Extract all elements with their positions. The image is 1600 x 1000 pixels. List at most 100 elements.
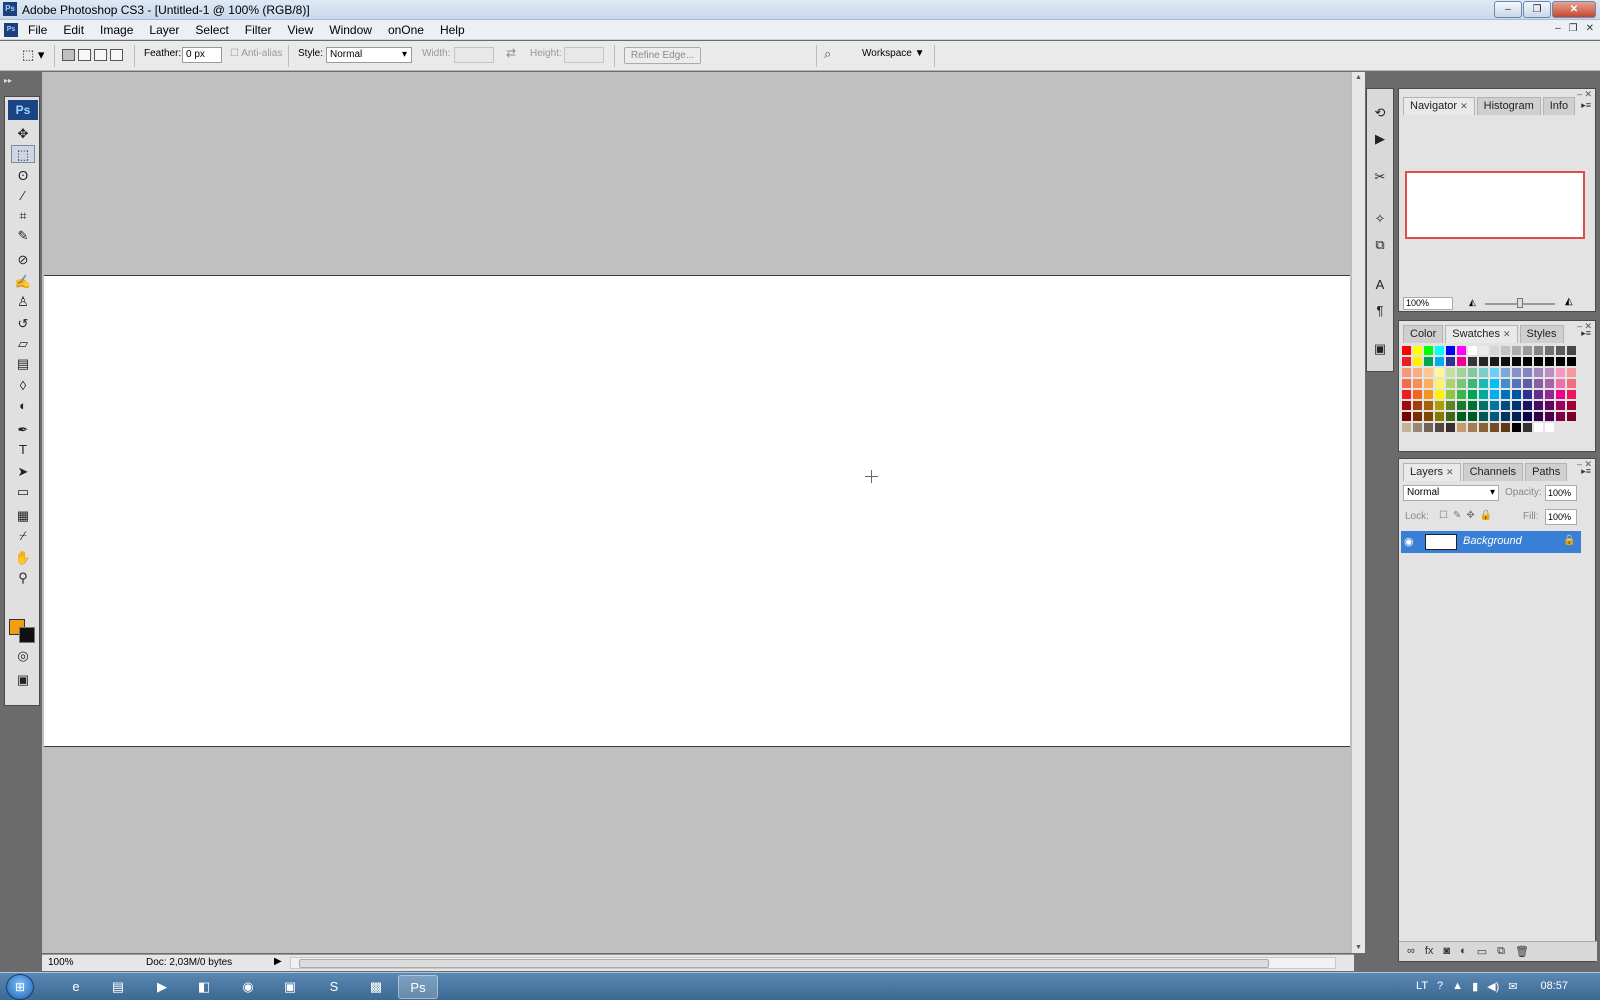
color-swatch[interactable] [1555, 422, 1566, 433]
color-swatch[interactable] [1533, 345, 1544, 356]
document-info[interactable]: Doc: 2,03M/0 bytes [146, 957, 232, 968]
color-swatch[interactable] [1522, 378, 1533, 389]
new-selection-icon[interactable] [62, 49, 75, 61]
zoom-in-icon[interactable]: ◭ [1565, 296, 1573, 307]
paragraph-icon[interactable]: ¶ [1371, 303, 1389, 319]
color-swatch[interactable] [1544, 400, 1555, 411]
status-menu-arrow-icon[interactable]: ▶ [274, 956, 282, 967]
color-swatch[interactable] [1522, 422, 1533, 433]
color-swatch[interactable] [1555, 389, 1566, 400]
character-icon[interactable]: A [1371, 277, 1389, 293]
color-swatch[interactable] [1555, 400, 1566, 411]
color-swatch[interactable] [1533, 422, 1544, 433]
path-selection-tool-icon[interactable]: ➤ [11, 463, 35, 481]
media-player-icon[interactable]: ▶ [142, 975, 182, 999]
subtract-selection-icon[interactable] [94, 49, 107, 61]
color-swatch[interactable] [1456, 389, 1467, 400]
swap-dimensions-icon[interactable]: ⇄ [506, 46, 516, 60]
color-swatch[interactable] [1434, 422, 1445, 433]
scroll-down-icon[interactable]: ▼ [1355, 944, 1362, 951]
lock-icons[interactable]: ☐✎✥🔒 [1439, 510, 1497, 521]
type-tool-icon[interactable]: T [11, 441, 35, 459]
height-input[interactable] [564, 47, 604, 63]
opacity-input[interactable]: 100% [1545, 485, 1577, 501]
color-swatch[interactable] [1478, 422, 1489, 433]
start-button[interactable]: ⊞ [6, 974, 34, 1000]
actions-icon[interactable]: ▶ [1371, 131, 1389, 147]
blur-tool-icon[interactable]: ◊ [11, 377, 35, 395]
fill-input[interactable]: 100% [1545, 509, 1577, 525]
color-swatch[interactable] [1500, 400, 1511, 411]
eye-icon[interactable]: ◉ [1404, 535, 1414, 548]
firefox-icon[interactable]: ◉ [228, 975, 268, 999]
minimize-button[interactable]: ‒ [1494, 1, 1522, 18]
color-swatch[interactable] [1511, 367, 1522, 378]
horizontal-scrollbar[interactable] [290, 957, 1336, 969]
color-swatch[interactable] [1566, 389, 1577, 400]
color-swatch[interactable] [1467, 356, 1478, 367]
color-swatch[interactable] [1412, 422, 1423, 433]
color-swatch[interactable] [1544, 345, 1555, 356]
color-swatch[interactable] [1412, 400, 1423, 411]
history-brush-tool-icon[interactable]: ↺ [11, 315, 35, 333]
color-swatch[interactable] [1401, 422, 1412, 433]
layer-comps-icon[interactable]: ▣ [1371, 341, 1389, 357]
color-swatch[interactable] [1511, 411, 1522, 422]
color-swatch[interactable] [1489, 411, 1500, 422]
network-icon[interactable]: ▮ [1472, 980, 1478, 993]
color-swatch[interactable] [1511, 356, 1522, 367]
workspace-button[interactable]: Workspace ▼ [862, 48, 925, 59]
help-icon[interactable]: ? [1437, 980, 1443, 993]
background-color-swatch[interactable] [19, 627, 35, 643]
tools-presets-icon[interactable]: ✂ [1371, 169, 1389, 185]
color-swatch[interactable] [1555, 411, 1566, 422]
clone-source-icon[interactable]: ⧉ [1371, 237, 1389, 253]
explorer-icon[interactable]: ▤ [98, 975, 138, 999]
color-swatch[interactable] [1566, 378, 1577, 389]
tab-color[interactable]: Color [1403, 325, 1444, 343]
color-swatch[interactable] [1456, 422, 1467, 433]
canvas-area[interactable]: ▲ ▼ [42, 72, 1365, 953]
layer-name[interactable]: Background [1463, 535, 1522, 547]
color-swatch[interactable] [1544, 356, 1555, 367]
color-swatch[interactable] [1522, 389, 1533, 400]
color-swatch[interactable] [1522, 411, 1533, 422]
tab-info[interactable]: Info [1542, 97, 1576, 115]
vertical-scrollbar[interactable]: ▲ ▼ [1351, 72, 1365, 953]
color-swatch[interactable] [1434, 378, 1445, 389]
color-swatch[interactable] [1555, 356, 1566, 367]
move-tool-icon[interactable]: ✥ [11, 125, 35, 143]
menu-help[interactable]: Help [432, 22, 473, 38]
volume-icon[interactable]: ◀) [1487, 980, 1499, 993]
color-swatch[interactable] [1434, 356, 1445, 367]
tab-channels[interactable]: Channels [1462, 463, 1524, 481]
color-swatch[interactable] [1533, 378, 1544, 389]
color-swatch[interactable] [1566, 345, 1577, 356]
color-swatch[interactable] [1467, 411, 1478, 422]
color-swatch[interactable] [1423, 422, 1434, 433]
color-swatch[interactable] [1566, 411, 1577, 422]
color-swatch[interactable] [1478, 356, 1489, 367]
color-swatch[interactable] [1544, 367, 1555, 378]
color-swatch[interactable] [1489, 367, 1500, 378]
internet-explorer-icon[interactable]: e [56, 975, 96, 999]
hand-tool-icon[interactable]: ✋ [11, 549, 35, 567]
menu-select[interactable]: Select [187, 22, 236, 38]
color-swatch[interactable] [1566, 422, 1577, 433]
color-swatch[interactable] [1423, 400, 1434, 411]
color-swatch[interactable] [1500, 389, 1511, 400]
brush-tool-icon[interactable]: ✍ [11, 273, 35, 291]
pen-tool-icon[interactable]: ✒ [11, 421, 35, 439]
color-swatch[interactable] [1423, 411, 1434, 422]
zoom-out-icon[interactable]: ◭ [1469, 297, 1476, 308]
color-swatch[interactable] [1401, 367, 1412, 378]
color-swatch[interactable] [1412, 367, 1423, 378]
screen-mode-icon[interactable]: ▣ [11, 671, 35, 689]
color-swatch[interactable] [1434, 345, 1445, 356]
color-swatch[interactable] [1434, 400, 1445, 411]
menu-onone[interactable]: onOne [380, 22, 432, 38]
color-swatch[interactable] [1489, 422, 1500, 433]
show-hidden-icons-icon[interactable]: ▲ [1452, 980, 1463, 993]
close-icon[interactable]: ✕ [1503, 329, 1511, 339]
color-swatch[interactable] [1533, 389, 1544, 400]
